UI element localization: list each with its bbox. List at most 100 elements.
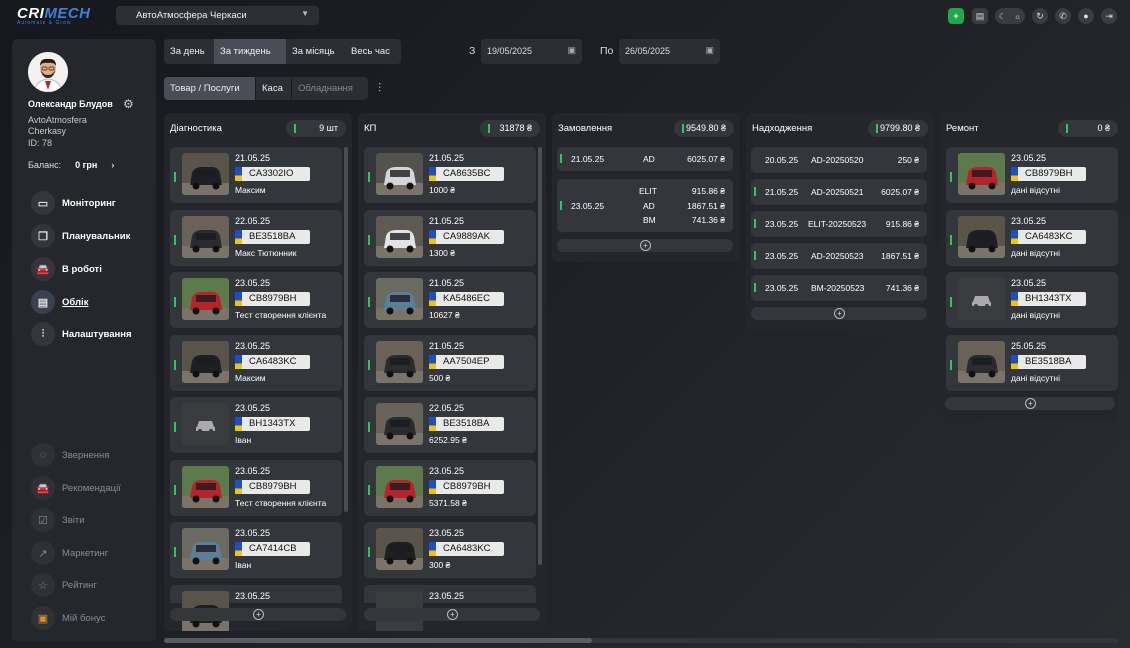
- vehicle-card[interactable]: 23.05.25 CA6483KC 300 ₴: [364, 522, 536, 578]
- vehicle-card[interactable]: 23.05.25: [364, 584, 536, 631]
- add-button[interactable]: +: [945, 397, 1115, 410]
- checklist-icon: ☑: [31, 508, 55, 532]
- add-button[interactable]: +: [557, 239, 733, 252]
- add-button[interactable]: +: [170, 608, 346, 621]
- income-row[interactable]: 20.05.25 AD-20250520 250 ₴: [751, 147, 927, 173]
- vehicle-card[interactable]: 21.05.25 CA8635BC 1000 ₴: [364, 147, 536, 203]
- card-subtitle: Максим: [235, 372, 266, 383]
- tab-1[interactable]: Каса: [256, 77, 291, 100]
- period-button-0[interactable]: За день: [164, 39, 214, 64]
- card-subtitle: 500 ₴: [429, 372, 451, 383]
- vehicle-card[interactable]: 23.05.25 BH1343TX дані відсутні: [946, 272, 1118, 328]
- car-photo: [376, 403, 423, 445]
- nav-item-0[interactable]: ▭ Моніторинг: [31, 191, 116, 215]
- order-code: ELIT: [639, 186, 657, 196]
- nav-item-label: Моніторинг: [62, 197, 116, 209]
- nav-item-2[interactable]: 🚘 В роботі: [31, 257, 102, 281]
- vehicle-card[interactable]: 21.05.25 KA5486EC 10627 ₴: [364, 272, 536, 328]
- calendar-icon[interactable]: ▣: [567, 45, 576, 56]
- calendar-icon[interactable]: ▣: [705, 45, 714, 56]
- status-indicator: [174, 172, 176, 182]
- income-code: BM-20250523: [811, 283, 865, 293]
- nav-item-bottom-4[interactable]: ☆ Рейтинг: [31, 573, 97, 597]
- income-row[interactable]: 23.05.25 BM-20250523 741.36 ₴: [751, 275, 927, 301]
- date-from-field[interactable]: 19/05/2025 ▣: [481, 39, 582, 64]
- plate-flag-icon: [1011, 167, 1018, 181]
- status-indicator: [488, 124, 490, 133]
- vehicle-card[interactable]: 21.05.25 AA7504EP 500 ₴: [364, 334, 536, 391]
- license-plate: CA7414CB: [235, 542, 310, 556]
- vehicle-card[interactable]: 23.05.25 CB8979BH Тест створення клієнта: [170, 272, 342, 328]
- column-kp: КП 31878 ₴ 21.05.25 CA8635BC 1000 ₴ 21.05.25 C…: [358, 113, 546, 631]
- refresh-icon[interactable]: ↻: [1032, 8, 1048, 24]
- license-plate-text: CB8979BH: [249, 293, 297, 304]
- license-plate-text: CA6483KC: [443, 543, 491, 554]
- nav-item-4[interactable]: ⫶ Налаштування: [31, 322, 132, 346]
- scrollbar-thumb[interactable]: [164, 638, 592, 643]
- station-select-value: АвтоАтмосфера Черкаси: [136, 10, 247, 21]
- vehicle-card[interactable]: 22.05.25 BE3518BA 6252.95 ₴: [364, 397, 536, 453]
- vehicle-card[interactable]: 23.05.25 CA6483KC Максим: [170, 334, 342, 391]
- status-indicator: [1066, 124, 1068, 133]
- vehicle-card[interactable]: 23.05.25 CA7414CB Іван: [170, 522, 342, 578]
- vehicle-card[interactable]: 23.05.25 BH1343TX Іван: [170, 397, 342, 453]
- date-to-field[interactable]: 26/05/2025 ▣: [619, 39, 720, 64]
- phone-icon[interactable]: ✆: [1055, 8, 1071, 24]
- nav-item-3[interactable]: ▤ Облік: [31, 290, 88, 314]
- nav-item-bottom-3[interactable]: ↗ Маркетинг: [31, 541, 108, 565]
- card-date: 25.05.25: [1011, 340, 1047, 351]
- card-subtitle: Тест створення клієнта: [235, 497, 327, 508]
- period-button-1[interactable]: За тиждень: [214, 39, 286, 64]
- add-button[interactable]: +: [364, 608, 540, 621]
- license-plate-text: CA6483KC: [1025, 230, 1073, 242]
- vehicle-card[interactable]: 25.05.25 BE3518BA дані відсутні: [946, 334, 1118, 391]
- nav-item-bottom-2[interactable]: ☑ Звіти: [31, 508, 85, 532]
- vehicle-card[interactable]: 23.05.25 CB8979BH 5371.58 ₴: [364, 459, 536, 516]
- vehicle-card[interactable]: 22.05.25 BE3518BA Макс Тютюнник: [170, 209, 342, 266]
- vehicle-card[interactable]: 23.05.25 CB8979BH дані відсутні: [946, 147, 1118, 203]
- order-row[interactable]: 23.05.25 ELIT 915.86 ₴ AD 1867.51 ₴ BM 741.36 …: [557, 179, 733, 232]
- chat-icon[interactable]: ●: [1078, 8, 1094, 24]
- calendar-box-icon[interactable]: ▤: [972, 8, 988, 24]
- nav-item-bottom-0[interactable]: ◌ Звернення: [31, 443, 109, 467]
- vehicle-card[interactable]: 21.05.25 CA3302IO Максим: [170, 147, 342, 203]
- filter-settings-icon[interactable]: ⫶: [378, 81, 381, 96]
- horizontal-scrollbar[interactable]: [164, 638, 1118, 643]
- vehicle-card[interactable]: 23.05.25 CB8979BH Тест створення клієнта: [170, 459, 342, 516]
- nav-item-bottom-1[interactable]: 🚘 Рекомендації: [31, 476, 121, 500]
- card-date: 23.05.25: [1011, 153, 1047, 163]
- vehicle-card[interactable]: 23.05.25: [170, 584, 342, 631]
- income-row[interactable]: 23.05.25 ELIT-20250523 915.86 ₴: [751, 211, 927, 237]
- tab-0[interactable]: Товар / Послуги: [164, 77, 255, 100]
- plate-flag-icon: [429, 292, 436, 306]
- status-indicator: [368, 484, 370, 495]
- column-scrollbar[interactable]: [344, 147, 348, 512]
- status-indicator: [754, 219, 756, 228]
- column-scrollbar[interactable]: [538, 147, 542, 565]
- period-button-2[interactable]: За місяць: [286, 39, 345, 64]
- nav-item-1[interactable]: ❐ Планувальник: [31, 224, 130, 248]
- income-date: 21.05.25: [765, 187, 799, 197]
- order-row[interactable]: 21.05.25 AD 6025.07 ₴: [557, 147, 733, 171]
- theme-toggle[interactable]: ☾ ☼: [995, 8, 1025, 24]
- station-select[interactable]: АвтоАтмосфера Черкаси ▼: [116, 6, 319, 25]
- balance[interactable]: Баланс: 0 грн ›: [28, 160, 114, 170]
- avatar[interactable]: [28, 52, 68, 92]
- vehicle-card[interactable]: 21.05.25 CA9889AK 1300 ₴: [364, 209, 536, 266]
- brand-logo[interactable]: CRIMECH Automate & Grow: [17, 5, 97, 27]
- income-row[interactable]: 21.05.25 AD-20250521 6025.07 ₴: [751, 179, 927, 205]
- vehicle-card[interactable]: 23.05.25 CA6483KC дані відсутні: [946, 209, 1118, 266]
- nav-item-bottom-5[interactable]: ▣ Мій бонус: [31, 606, 105, 630]
- column-total-badge: 9549.80 ₴: [674, 120, 734, 137]
- car-photo: [376, 215, 423, 258]
- tab-2[interactable]: Обладнання: [292, 77, 368, 100]
- gear-icon[interactable]: ⚙: [123, 97, 134, 111]
- add-button[interactable]: +: [751, 307, 927, 320]
- logout-icon[interactable]: ⇥: [1101, 8, 1117, 24]
- period-button-3[interactable]: Весь час: [345, 39, 401, 64]
- card-date: 23.05.25: [235, 465, 271, 476]
- add-icon[interactable]: +: [948, 8, 964, 24]
- income-row[interactable]: 23.05.25 AD-20250523 1867.51 ₴: [751, 243, 927, 269]
- status-indicator: [682, 124, 684, 133]
- nav-item-label: Звернення: [62, 449, 110, 461]
